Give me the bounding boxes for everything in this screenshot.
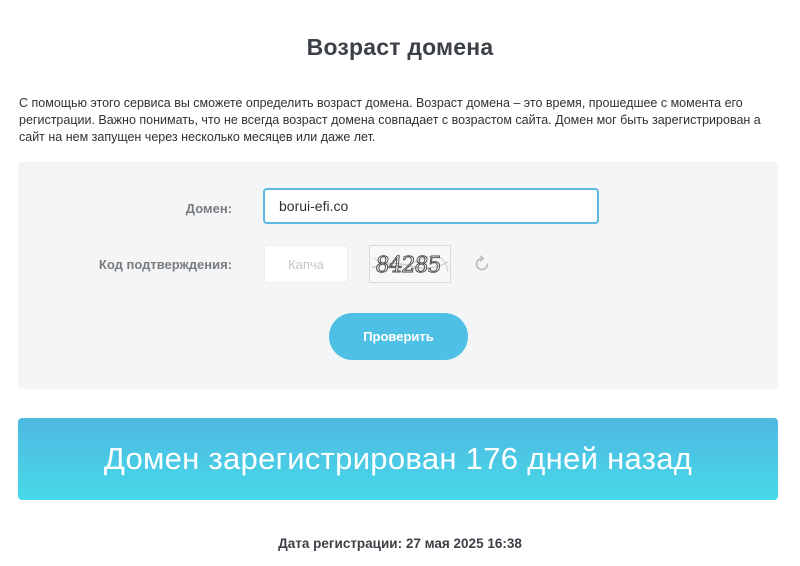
captcha-input[interactable] <box>264 245 348 283</box>
registration-date: Дата регистрации: 27 мая 2025 16:38 <box>278 536 522 551</box>
page: Возраст домена С помощью этого сервиса в… <box>0 0 800 566</box>
result-banner: Домен зарегистрирован 176 дней назад <box>18 418 778 500</box>
result-text: Домен зарегистрирован 176 дней назад <box>103 441 693 476</box>
check-form-panel: Домен: Код подтверждения: 84285 Проверит… <box>18 162 778 389</box>
domain-input[interactable] <box>263 188 599 224</box>
domain-label: Домен: <box>185 201 232 216</box>
service-description: С помощью этого сервиса вы сможете опред… <box>19 96 761 144</box>
page-title: Возраст домена <box>306 34 494 60</box>
check-button[interactable]: Проверить <box>329 313 468 360</box>
refresh-icon[interactable] <box>472 254 492 274</box>
captcha-label: Код подтверждения: <box>98 257 232 272</box>
captcha-code-text: 84285 <box>374 253 442 278</box>
captcha-image: 84285 <box>369 245 451 283</box>
